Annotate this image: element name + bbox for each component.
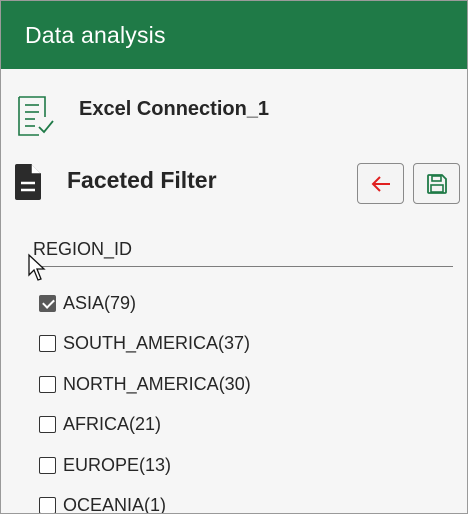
- facet-list: ASIA(79) SOUTH_AMERICA(37) NORTH_AMERICA…: [39, 283, 251, 514]
- facet-checkbox[interactable]: [39, 375, 56, 393]
- back-button[interactable]: [357, 163, 404, 204]
- facet-label: AFRICA(21): [63, 414, 162, 435]
- title-bar: Data analysis: [1, 1, 467, 69]
- facet-label: OCEANIA(1): [63, 495, 167, 514]
- facet-checkbox[interactable]: [39, 416, 56, 434]
- facet-item-north-america[interactable]: NORTH_AMERICA(30): [39, 364, 251, 405]
- facet-label: ASIA(79): [63, 292, 137, 313]
- facet-checkbox[interactable]: [39, 497, 56, 513]
- document-icon: [15, 164, 41, 200]
- facet-item-oceania[interactable]: OCEANIA(1): [39, 486, 251, 514]
- panel-title: Faceted Filter: [67, 167, 217, 193]
- facet-checkbox[interactable]: [39, 335, 56, 353]
- facet-checkbox[interactable]: [39, 294, 56, 312]
- facet-field-name: REGION_ID: [33, 239, 453, 267]
- faceted-filter-header: Faceted Filter: [13, 163, 461, 209]
- facet-item-asia[interactable]: ASIA(79): [39, 283, 251, 324]
- facet-item-africa[interactable]: AFRICA(21): [39, 405, 251, 446]
- spreadsheet-check-icon: [18, 96, 54, 136]
- save-button[interactable]: [413, 163, 460, 204]
- arrow-left-icon: [371, 175, 390, 192]
- facet-item-europe[interactable]: EUROPE(13): [39, 445, 251, 486]
- connection-row[interactable]: Excel Connection_1: [15, 95, 269, 137]
- app-window: Data analysis Excel Connection_1 Faceted…: [0, 0, 468, 514]
- facet-checkbox[interactable]: [39, 456, 56, 474]
- mouse-cursor-icon: [28, 253, 46, 281]
- floppy-disk-icon: [426, 173, 447, 194]
- window-title: Data analysis: [25, 21, 166, 48]
- connection-name: Excel Connection_1: [79, 98, 270, 120]
- panel-body: Excel Connection_1 Faceted Filter REGION…: [1, 69, 467, 514]
- facet-label: EUROPE(13): [63, 454, 172, 475]
- facet-label: SOUTH_AMERICA(37): [63, 333, 251, 354]
- facet-label: NORTH_AMERICA(30): [63, 373, 251, 394]
- facet-item-south-america[interactable]: SOUTH_AMERICA(37): [39, 324, 251, 365]
